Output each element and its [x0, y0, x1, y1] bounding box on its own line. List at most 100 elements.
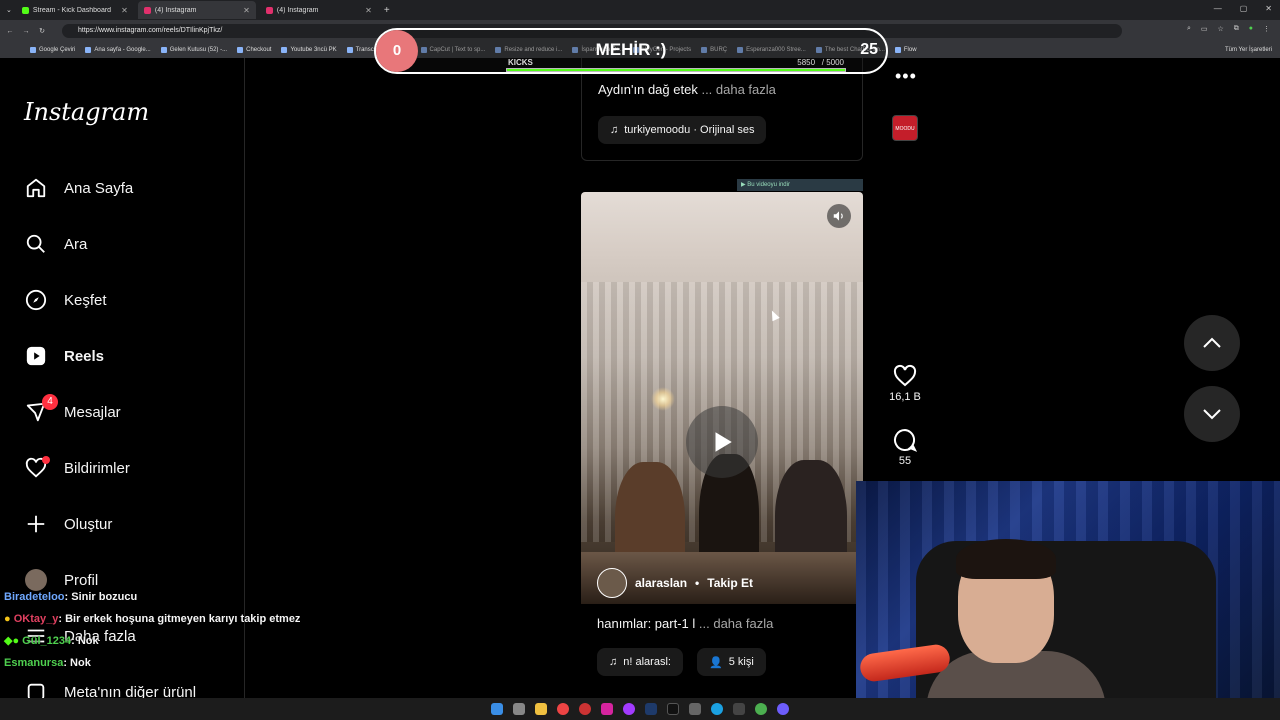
all-bookmarks-label[interactable]: Tüm Yer İşaretleri	[1225, 47, 1272, 53]
more-link[interactable]: ... daha fazla	[701, 82, 775, 97]
notification-dot	[42, 456, 50, 464]
more-link[interactable]: ... daha fazla	[699, 616, 773, 631]
video-light	[651, 387, 675, 411]
search-icon	[24, 232, 48, 256]
music-note-icon: ♫	[609, 656, 618, 668]
sidebar-item-explore[interactable]: Keşfet	[24, 288, 107, 312]
bookmark-icon	[346, 47, 353, 53]
bookmark-star-icon[interactable]: ☆	[1217, 25, 1223, 33]
chrome-icon[interactable]	[557, 703, 569, 715]
chat-username: Gül_1234	[22, 635, 72, 647]
tab-list-icon[interactable]: ⌄	[6, 6, 12, 14]
close-tab-icon[interactable]: ✕	[243, 6, 250, 15]
audio-label: turkiyemoodu · Orijinal ses	[624, 124, 755, 136]
message-count-badge: 4	[42, 394, 58, 410]
bookmark-icon	[160, 47, 167, 53]
browser-tab-bar: ⌄ Stream - Kick Dashboard ✕ (4) Instagra…	[0, 0, 1280, 20]
audio-pill[interactable]: ♫ turkiyemoodu · Orijinal ses	[598, 116, 767, 144]
close-window-icon[interactable]: ✕	[1265, 4, 1272, 13]
chevron-up-icon	[1203, 337, 1221, 348]
minimize-icon[interactable]: —	[1214, 4, 1222, 13]
follow-button[interactable]: Takip Et	[707, 576, 753, 590]
reload-icon[interactable]: ↻	[36, 27, 48, 35]
messenger-app-icon[interactable]	[623, 703, 635, 715]
sidebar-item-search[interactable]: Ara	[24, 232, 87, 256]
like-action[interactable]: 16,1 B	[888, 364, 922, 403]
chat-message: ● OKtay_y: Bir erkek hoşuna gitmeyen kar…	[4, 612, 300, 634]
browser-tab-kick[interactable]: Stream - Kick Dashboard ✕	[16, 1, 134, 19]
instagram-app-icon[interactable]	[601, 703, 613, 715]
sidebar-item-label: Keşfet	[64, 291, 107, 309]
chat-text: : Sinir bozucu	[64, 591, 138, 603]
close-tab-icon[interactable]: ✕	[121, 6, 128, 15]
sidebar-item-reels[interactable]: Reels	[24, 344, 104, 368]
author-avatar[interactable]	[597, 568, 627, 598]
tiktok-icon[interactable]	[667, 703, 679, 715]
bookmark-item[interactable]: Google Çeviri	[30, 47, 75, 53]
chat-username: Esmanursa	[4, 657, 64, 669]
bookmark-item[interactable]: Youtube 3ncü PK	[281, 47, 337, 53]
new-tab-button[interactable]: +	[384, 5, 390, 16]
chat-message: Biradeteloo: Sinir bozucu	[4, 590, 300, 612]
back-icon[interactable]: ←	[4, 28, 16, 35]
mute-button[interactable]	[827, 204, 851, 228]
app-icon[interactable]	[733, 703, 745, 715]
audio-pill[interactable]: ♫ n! alarasl:	[597, 648, 683, 676]
file-explorer-icon[interactable]	[535, 703, 547, 715]
sidebar-item-messages[interactable]: 4 Mesajlar	[24, 394, 121, 424]
edge-icon[interactable]	[711, 703, 723, 715]
download-video-button[interactable]: ▶ Bu videoyu indir	[737, 179, 863, 191]
author-username[interactable]: alaraslan	[635, 576, 687, 590]
overlay-title: MEHİR :)	[595, 40, 667, 59]
forward-icon[interactable]: →	[20, 28, 32, 35]
toolbar-icons: ⌕ ▭ ☆ ⧉ ● ⋮	[1187, 25, 1270, 33]
browser-tab-instagram-active[interactable]: (4) Instagram ✕	[137, 1, 256, 19]
instagram-favicon-icon	[265, 6, 273, 14]
chat-message: Esmanursa: Nok	[4, 656, 300, 678]
play-button[interactable]	[686, 406, 758, 478]
taskview-icon[interactable]	[513, 703, 525, 715]
sidebar-item-profile[interactable]: Profil	[24, 568, 98, 592]
audio-thumbnail[interactable]: MOODU	[892, 115, 918, 141]
chat-text: : Bir erkek hoşuna gitmeyen karıyı takip…	[58, 613, 301, 625]
menu-kebab-icon[interactable]: ⋮	[1263, 25, 1270, 33]
instagram-logo[interactable]: Instagram	[24, 98, 149, 126]
sidebar-item-notifications[interactable]: Bildirimler	[24, 456, 130, 480]
previous-reel-button[interactable]	[1184, 315, 1240, 371]
sidebar-item-create[interactable]: Oluştur	[24, 512, 112, 536]
bookmark-item[interactable]: Flow	[894, 47, 917, 53]
comment-action[interactable]: 55	[888, 428, 922, 467]
app-icon[interactable]	[689, 703, 701, 715]
obs-icon[interactable]	[777, 703, 789, 715]
music-note-icon: ♫	[610, 124, 619, 136]
chat-username: OKtay_y	[13, 613, 59, 625]
sidebar-item-label: Ara	[64, 235, 88, 253]
window-controls: — ▢ ✕	[1214, 4, 1272, 13]
more-options-icon[interactable]: •••	[895, 66, 917, 87]
compass-icon	[24, 288, 48, 312]
messenger-icon: 4	[24, 394, 58, 424]
reel-video[interactable]: alaraslan • Takip Et	[581, 192, 863, 604]
sidebar-item-home[interactable]: Ana Sayfa	[24, 176, 133, 200]
tagged-people-pill[interactable]: 👤 5 kişi	[697, 648, 766, 676]
profile-avatar[interactable]: ●	[1249, 25, 1253, 33]
close-tab-icon[interactable]: ✕	[365, 6, 372, 15]
bookmark-item[interactable]: Gelen Kutusu (52) -...	[160, 47, 227, 53]
chrome-active-icon[interactable]	[755, 703, 767, 715]
browser-tab-instagram[interactable]: (4) Instagram ✕	[260, 1, 378, 19]
stream-chat-overlay: Biradeteloo: Sinir bozucu ● OKtay_y: Bir…	[4, 590, 300, 678]
next-reel-button[interactable]	[1184, 386, 1240, 442]
photoshop-icon[interactable]	[645, 703, 657, 715]
streamer-webcam	[856, 481, 1280, 720]
zoom-icon[interactable]: ⌕	[1187, 25, 1191, 33]
sidebar-item-label: Reels	[64, 347, 105, 365]
cast-icon[interactable]: ▭	[1201, 25, 1208, 33]
maximize-icon[interactable]: ▢	[1240, 4, 1248, 13]
extensions-icon[interactable]: ⧉	[1234, 25, 1239, 33]
bookmark-label: Google Çeviri	[39, 47, 76, 53]
bookmark-item[interactable]: Ana sayfa - Google...	[85, 47, 151, 53]
home-icon	[24, 176, 48, 200]
app-icon[interactable]	[579, 703, 591, 715]
windows-start-icon[interactable]	[491, 703, 503, 715]
bookmark-item[interactable]: Checkout	[237, 47, 271, 53]
